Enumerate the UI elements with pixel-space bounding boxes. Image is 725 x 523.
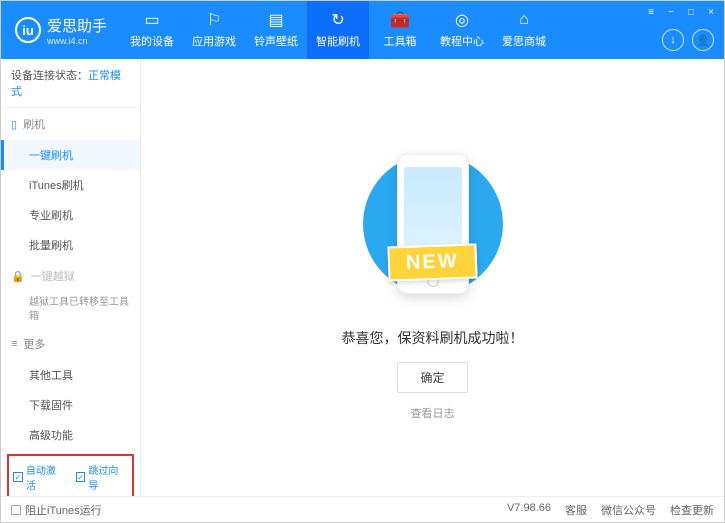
header: iu 爱思助手 www.i4.cn ▭ 我的设备 ⚐ 应用游戏 ▤ 铃声壁纸 ↻ 智能刷机 🧰 工… xyxy=(1,1,724,59)
nav-label: 我的设备 xyxy=(130,33,174,49)
sidebar-section-flash[interactable]: ▯ 刷机 xyxy=(1,108,140,140)
nav-tab-3[interactable]: ↻ 智能刷机 xyxy=(307,1,369,59)
logo: iu 爱思助手 www.i4.cn xyxy=(1,15,121,46)
nav-label: 工具箱 xyxy=(384,33,417,49)
nav-tab-2[interactable]: ▤ 铃声壁纸 xyxy=(245,1,307,59)
nav-tab-1[interactable]: ⚐ 应用游戏 xyxy=(183,1,245,59)
nav-tab-4[interactable]: 🧰 工具箱 xyxy=(369,1,431,59)
phone-icon: ▯ xyxy=(11,118,17,131)
nav-tab-6[interactable]: ⌂ 爱思商城 xyxy=(493,1,555,59)
close-button[interactable]: × xyxy=(704,5,718,19)
footer-link-support[interactable]: 客服 xyxy=(565,502,587,518)
section-title: 刷机 xyxy=(23,116,45,132)
nav-icon: ▭ xyxy=(143,11,161,29)
maximize-button[interactable]: □ xyxy=(684,5,698,19)
download-icon[interactable]: ↓ xyxy=(662,29,684,51)
nav-label: 教程中心 xyxy=(440,33,484,49)
main-content: NEW 恭喜您，保资料刷机成功啦！ 确定 查看日志 xyxy=(141,59,724,496)
sidebar-section-jailbreak[interactable]: 🔒 一键越狱 xyxy=(1,260,140,292)
sidebar-item-flash-1[interactable]: iTunes刷机 xyxy=(1,170,140,200)
nav-tab-5[interactable]: ◎ 教程中心 xyxy=(431,1,493,59)
nav-label: 铃声壁纸 xyxy=(254,33,298,49)
logo-icon: iu xyxy=(15,17,41,43)
nav-label: 应用游戏 xyxy=(192,33,236,49)
lock-icon: 🔒 xyxy=(11,270,25,283)
header-right: ↓ 👤 xyxy=(662,29,714,51)
app-name: 爱思助手 xyxy=(47,15,107,36)
section-title: 一键越狱 xyxy=(31,268,75,284)
nav-icon: ◎ xyxy=(453,11,471,29)
connection-label: 设备连接状态： xyxy=(11,70,88,82)
app-url: www.i4.cn xyxy=(47,36,107,46)
nav-tab-0[interactable]: ▭ 我的设备 xyxy=(121,1,183,59)
nav-label: 智能刷机 xyxy=(316,33,360,49)
menu-icon: ≡ xyxy=(11,338,17,350)
version-label: V7.98.66 xyxy=(507,502,551,518)
success-illustration: NEW xyxy=(363,134,503,314)
sidebar-item-flash-2[interactable]: 专业刷机 xyxy=(1,200,140,230)
footer-link-wechat[interactable]: 微信公众号 xyxy=(601,502,656,518)
nav-tabs: ▭ 我的设备 ⚐ 应用游戏 ▤ 铃声壁纸 ↻ 智能刷机 🧰 工具箱 ◎ 教程中心 ⌂ 爱思商城 xyxy=(121,1,555,59)
sidebar-item-more-1[interactable]: 下载固件 xyxy=(1,390,140,420)
checkbox-group: ✓自动激活 ✓跳过向导 xyxy=(7,454,134,496)
nav-icon: ↻ xyxy=(329,11,347,29)
confirm-button[interactable]: 确定 xyxy=(397,362,467,393)
checkbox-icon: ✓ xyxy=(13,472,23,482)
footer: 阻止iTunes运行 V7.98.66 客服 微信公众号 检查更新 xyxy=(1,496,724,522)
nav-label: 爱思商城 xyxy=(502,33,546,49)
sidebar-section-more[interactable]: ≡ 更多 xyxy=(1,328,140,360)
checkbox-label: 跳过向导 xyxy=(88,462,128,492)
checkbox-block-itunes[interactable]: 阻止iTunes运行 xyxy=(11,502,102,518)
sidebar-item-flash-0[interactable]: 一键刷机 xyxy=(1,140,140,170)
nav-icon: ⚐ xyxy=(205,11,223,29)
view-log-link[interactable]: 查看日志 xyxy=(411,405,455,421)
profile-icon[interactable]: 👤 xyxy=(692,29,714,51)
minimize-button[interactable]: − xyxy=(664,5,678,19)
sidebar-item-more-2[interactable]: 高级功能 xyxy=(1,420,140,450)
new-banner: NEW xyxy=(388,243,478,281)
nav-icon: ▤ xyxy=(267,11,285,29)
nav-icon: 🧰 xyxy=(391,11,409,29)
menu-icon[interactable]: ≡ xyxy=(644,5,658,19)
title-controls: ≡ − □ × xyxy=(644,5,718,19)
sidebar: 设备连接状态：正常模式 ▯ 刷机 一键刷机iTunes刷机专业刷机批量刷机 🔒 … xyxy=(1,59,141,496)
nav-icon: ⌂ xyxy=(515,11,533,29)
section-title: 更多 xyxy=(23,336,45,352)
jailbreak-note: 越狱工具已转移至工具箱 xyxy=(1,292,140,328)
checkbox-label: 自动激活 xyxy=(26,462,66,492)
connection-status: 设备连接状态：正常模式 xyxy=(1,59,140,108)
checkbox-skip-guide[interactable]: ✓跳过向导 xyxy=(76,462,129,492)
checkbox-icon xyxy=(11,505,21,515)
success-message: 恭喜您，保资料刷机成功啦！ xyxy=(342,328,524,348)
checkbox-auto-activate[interactable]: ✓自动激活 xyxy=(13,462,66,492)
footer-link-update[interactable]: 检查更新 xyxy=(670,502,714,518)
checkbox-icon: ✓ xyxy=(76,472,86,482)
checkbox-label: 阻止iTunes运行 xyxy=(25,502,102,518)
sidebar-item-more-0[interactable]: 其他工具 xyxy=(1,360,140,390)
sidebar-item-flash-3[interactable]: 批量刷机 xyxy=(1,230,140,260)
